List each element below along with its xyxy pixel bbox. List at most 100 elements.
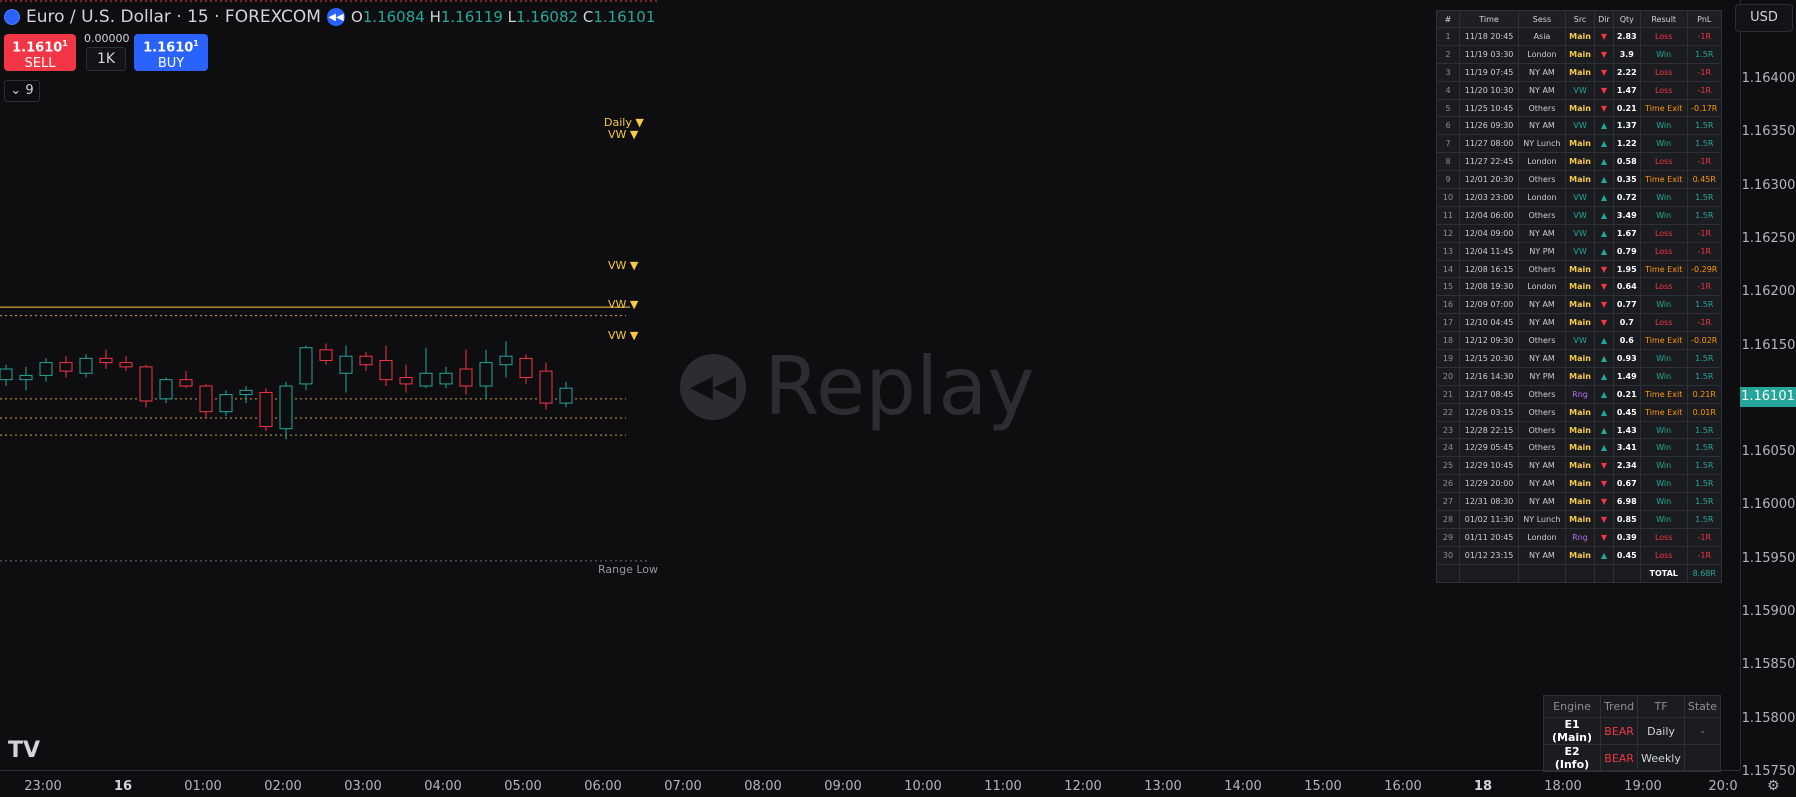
- candle: [399, 364, 413, 393]
- candle: [339, 345, 353, 393]
- candle: [59, 356, 73, 378]
- table-row: 16 12/09 07:00 NY AM Main ▼ 0.77 Win 1.5R: [1436, 295, 1722, 315]
- time-tick-label: 23:00: [24, 779, 62, 794]
- table-row: 6 11/26 09:30 NY AM VW ▲ 1.37 Win 1.5R: [1436, 116, 1722, 136]
- trades-header-cell: Src: [1564, 10, 1596, 28]
- table-row: 27 12/31 08:30 NY AM Main ▼ 6.98 Win 1.5R: [1436, 492, 1722, 512]
- candle: [79, 354, 93, 378]
- price-tick-label: 1.16000: [1741, 497, 1796, 513]
- low-value: 1.16082: [516, 8, 579, 26]
- table-row: 2 11/19 03:30 London Main ▼ 3.9 Win 1.5R: [1436, 44, 1722, 64]
- price-tick-label: 1.16350: [1741, 124, 1796, 140]
- candle: [219, 390, 233, 416]
- buy-price: 1.1610: [143, 40, 194, 56]
- table-row: 24 12/29 05:45 Others Main ▲ 3.41 Win 1.5R: [1436, 438, 1722, 458]
- table-row: 3 11/19 07:45 NY AM Main ▼ 2.22 Loss -1R: [1436, 62, 1722, 82]
- time-tick-label: 04:00: [424, 779, 462, 794]
- close-value: 1.16101: [593, 8, 656, 26]
- candle: [199, 383, 213, 419]
- candle: [39, 358, 53, 382]
- spread-value: 0.00000: [84, 32, 130, 45]
- candle: [499, 341, 513, 378]
- candle: [519, 354, 533, 384]
- engine-header-cell: TF: [1637, 695, 1685, 718]
- globe-icon: [4, 9, 20, 25]
- time-tick-label: 18: [1473, 779, 1493, 794]
- symbol-header: Euro / U.S. Dollar · 15 · FOREXCOM ◀◀ O1…: [4, 7, 655, 27]
- table-row: 22 12/26 03:15 Others Main ▲ 0.45 Time Exit 0.0…: [1436, 402, 1722, 422]
- price-tick-label: 1.15850: [1741, 657, 1796, 673]
- range-low-label: Range Low: [598, 563, 659, 576]
- table-row: 8 11/27 22:45 London Main ▲ 0.58 Loss -1R: [1436, 152, 1722, 172]
- table-row: 15 12/08 19:30 London Main ▼ 0.64 Loss -1R: [1436, 277, 1722, 297]
- candle: [459, 349, 473, 395]
- vw-level-label: VW ▼: [608, 298, 639, 311]
- price-tick-label: 1.16400: [1741, 71, 1796, 86]
- table-row: 29 01/11 20:45 London Rng ▼ 0.39 Loss -1R: [1436, 527, 1722, 547]
- time-tick-label: 15:00: [1304, 779, 1342, 794]
- candle: [299, 345, 313, 391]
- price-tick-label: 1.16300: [1741, 177, 1796, 193]
- candle: [179, 371, 193, 389]
- candle: [259, 388, 273, 431]
- time-tick-label: 10:00: [904, 779, 942, 794]
- engine-table: Engine Trend TF State E1 (Main) BEAR Daily - E2…: [1542, 695, 1722, 772]
- table-row: 30 01/12 23:15 NY AM Main ▲ 0.45 Loss -1R: [1436, 545, 1722, 565]
- buy-label: BUY: [157, 56, 185, 72]
- time-tick-label: 11:00: [984, 779, 1022, 794]
- time-tick-label: 09:00: [824, 779, 862, 794]
- table-total-row: TOTAL 8.68R: [1436, 563, 1722, 583]
- time-tick-label: 12:00: [1064, 779, 1102, 794]
- engine-header-cell: State: [1683, 695, 1722, 718]
- price-axis[interactable]: [1740, 0, 1796, 770]
- table-row: 11 12/04 06:00 Others VW ▲ 3.49 Win 1.5R: [1436, 205, 1722, 225]
- settings-gear-icon[interactable]: ⚙: [1767, 778, 1780, 794]
- candle: [379, 345, 393, 387]
- time-tick-label: 13:00: [1144, 779, 1182, 794]
- buy-button[interactable]: 1.16101 BUY: [134, 34, 208, 71]
- replay-rewind-icon[interactable]: ◀◀: [326, 8, 345, 26]
- time-tick-label: 16:00: [1384, 779, 1422, 794]
- symbol-title[interactable]: Euro / U.S. Dollar · 15 · FOREXCOM: [26, 7, 321, 27]
- price-tick-label: 1.16050: [1741, 444, 1796, 460]
- table-row: 17 12/10 04:45 NY AM Main ▼ 0.7 Loss -1R: [1436, 313, 1722, 333]
- indicators-collapse-button[interactable]: ⌄ 9: [4, 80, 40, 102]
- quantity-field[interactable]: 1K: [86, 47, 126, 71]
- table-row: 20 12/16 14:30 NY PM Main ▲ 1.49 Win 1.5R: [1436, 366, 1722, 386]
- candle: [19, 366, 33, 391]
- time-tick-label: 03:00: [344, 779, 382, 794]
- time-tick-label: 20:0: [1708, 779, 1738, 794]
- candle: [0, 364, 13, 387]
- table-row: 21 12/17 08:45 Others Rng ▲ 0.21 Time Exit 0.21…: [1436, 384, 1722, 404]
- time-tick-label: 19:00: [1624, 779, 1662, 794]
- time-tick-label: 05:00: [504, 779, 542, 794]
- sell-label: SELL: [24, 56, 56, 72]
- table-row: 28 01/02 11:30 NY Lunch Main ▼ 0.85 Win 1.5R: [1436, 510, 1722, 529]
- price-tick-label: 1.15950: [1741, 550, 1796, 566]
- candle: [419, 347, 433, 389]
- table-row: 18 12/12 09:30 Others VW ▲ 0.6 Time Exit -0.02R: [1436, 331, 1722, 351]
- ohlc-values: O1.16084 H1.16119 L1.16082 C1.16101: [350, 8, 656, 26]
- table-row: 10 12/03 23:00 London VW ▲ 0.72 Win 1.5R: [1436, 188, 1722, 207]
- candle: [99, 349, 113, 369]
- trades-header-cell: Result: [1639, 10, 1688, 28]
- currency-button[interactable]: USD: [1735, 4, 1793, 32]
- sell-button[interactable]: 1.16101 SELL: [4, 34, 76, 71]
- trades-header-cell: Qty: [1612, 10, 1641, 28]
- table-row: 7 11/27 08:00 NY Lunch Main ▲ 1.22 Win 1.5R: [1436, 134, 1722, 154]
- candle: [439, 366, 453, 389]
- table-row: 26 12/29 20:00 NY AM Main ▼ 0.67 Win 1.5R: [1436, 474, 1722, 494]
- trades-header-cell: PnL: [1686, 10, 1722, 28]
- time-tick-label: 16: [113, 779, 133, 794]
- trades-table: # Time Sess Src Dir Qty Result PnL 1 11/18 20:45…: [1436, 10, 1722, 583]
- tradingview-logo[interactable]: TV: [8, 738, 40, 763]
- chevron-down-icon: ⌄: [10, 83, 22, 98]
- sell-price: 1.1610: [12, 40, 63, 56]
- trades-header-cell: Sess: [1518, 10, 1566, 28]
- price-tick-label: 1.16200: [1741, 284, 1796, 300]
- table-row: 4 11/20 10:30 NY AM VW ▼ 1.47 Loss -1R: [1436, 80, 1722, 100]
- candle: [239, 386, 253, 404]
- price-tick-label: 1.15750: [1741, 764, 1796, 779]
- replay-watermark: ◀◀ Replay: [680, 340, 1035, 433]
- engine-row: E2 (Info) BEAR Weekly: [1542, 744, 1722, 772]
